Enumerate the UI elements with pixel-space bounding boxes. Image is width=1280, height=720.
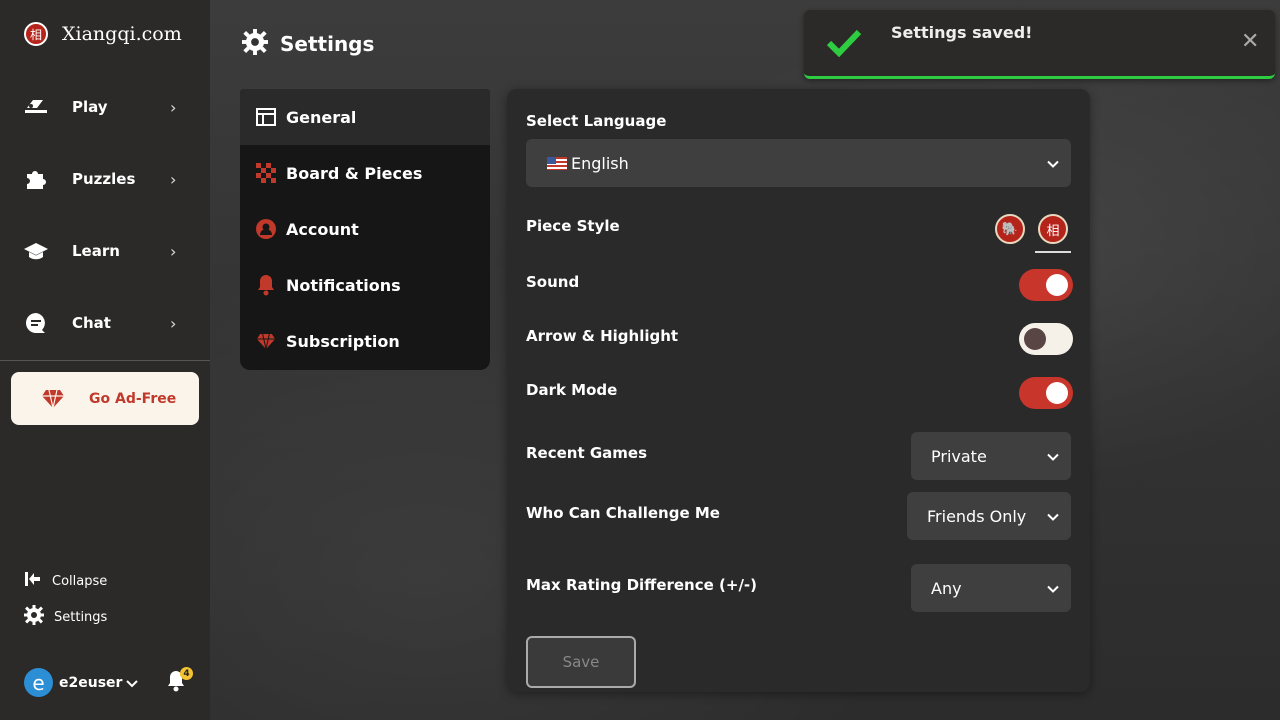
menu-item-notifications[interactable]: Notifications bbox=[240, 257, 490, 313]
graduation-cap-icon bbox=[23, 238, 49, 264]
sidebar-item-label: Learn bbox=[72, 242, 120, 260]
arrow-highlight-toggle[interactable] bbox=[1019, 323, 1073, 355]
page-title: Settings bbox=[242, 29, 374, 59]
menu-item-account[interactable]: Account bbox=[240, 201, 490, 257]
sidebar-item-play[interactable]: Play › bbox=[0, 85, 210, 129]
toggle-knob bbox=[1046, 274, 1068, 296]
recent-games-label: Recent Games bbox=[526, 444, 648, 462]
toast-message: Settings saved! bbox=[891, 23, 1033, 42]
user-circle-icon bbox=[256, 219, 276, 239]
piece-style-label: Piece Style bbox=[526, 217, 620, 235]
puzzle-icon bbox=[23, 166, 49, 192]
sidebar-settings-button[interactable]: Settings bbox=[24, 605, 107, 629]
username: e2euser bbox=[59, 674, 123, 691]
go-ad-free-label: Go Ad-Free bbox=[89, 390, 177, 407]
settings-menu: General Board & Pieces Account Notificat… bbox=[240, 89, 490, 370]
chat-bubble-icon bbox=[23, 310, 49, 336]
chevron-down-icon bbox=[126, 673, 139, 692]
layout-icon bbox=[256, 107, 276, 127]
sound-toggle[interactable] bbox=[1019, 269, 1073, 301]
menu-item-label: Board & Pieces bbox=[286, 163, 423, 183]
dark-mode-label: Dark Mode bbox=[526, 381, 618, 399]
select-language-label: Select Language bbox=[526, 112, 667, 130]
diamond-icon bbox=[256, 331, 276, 351]
language-select[interactable]: English bbox=[526, 139, 1071, 187]
settings-panel: Select Language English Piece Style 🐘 相 … bbox=[507, 89, 1090, 692]
diamond-icon bbox=[41, 389, 65, 409]
collapse-icon bbox=[24, 571, 42, 591]
sound-label: Sound bbox=[526, 273, 580, 291]
go-ad-free-button[interactable]: Go Ad-Free bbox=[11, 372, 199, 425]
menu-item-general[interactable]: General bbox=[240, 89, 490, 145]
checkerboard-icon bbox=[256, 163, 276, 183]
menu-item-label: General bbox=[286, 107, 357, 127]
chevron-down-icon bbox=[1047, 507, 1059, 526]
chevron-right-icon: › bbox=[170, 241, 177, 261]
sidebar-item-label: Puzzles bbox=[72, 170, 136, 188]
chevron-right-icon: › bbox=[170, 97, 177, 117]
piece-style-chinese-option[interactable]: 相 bbox=[1038, 214, 1068, 244]
sidebar-item-label: Play bbox=[72, 98, 108, 116]
arrow-highlight-label: Arrow & Highlight bbox=[526, 327, 679, 345]
bell-icon bbox=[256, 275, 276, 296]
us-flag-icon bbox=[547, 156, 567, 170]
sidebar-item-learn[interactable]: Learn › bbox=[0, 229, 210, 273]
close-icon[interactable]: ✕ bbox=[1241, 31, 1259, 53]
piece-style-selected-indicator bbox=[1035, 251, 1071, 253]
toggle-knob bbox=[1024, 328, 1046, 350]
chevron-right-icon: › bbox=[170, 169, 177, 189]
recent-games-value: Private bbox=[931, 446, 987, 466]
chevron-down-icon bbox=[1047, 579, 1059, 598]
max-rating-difference-select[interactable]: Any bbox=[911, 564, 1071, 612]
logo[interactable]: 相 Xiangqi.com bbox=[24, 22, 182, 46]
gear-icon bbox=[24, 605, 44, 629]
sidebar-item-label: Chat bbox=[72, 314, 111, 332]
collapse-label: Collapse bbox=[52, 573, 108, 589]
app-name: Xiangqi.com bbox=[62, 23, 182, 45]
max-rating-difference-label: Max Rating Difference (+/-) bbox=[526, 576, 758, 594]
menu-item-label: Account bbox=[286, 219, 359, 239]
collapse-button[interactable]: Collapse bbox=[24, 571, 107, 591]
sidebar: 相 Xiangqi.com Play › Puzzles › Learn › C… bbox=[0, 0, 210, 720]
gear-icon bbox=[242, 29, 268, 59]
checkmark-icon bbox=[826, 28, 862, 62]
chevron-right-icon: › bbox=[170, 313, 177, 333]
avatar: e bbox=[24, 668, 53, 697]
who-can-challenge-label: Who Can Challenge Me bbox=[526, 504, 720, 522]
max-rating-difference-value: Any bbox=[931, 578, 962, 598]
sidebar-item-puzzles[interactable]: Puzzles › bbox=[0, 157, 210, 201]
notification-count-badge: 4 bbox=[180, 667, 193, 680]
toggle-knob bbox=[1046, 382, 1068, 404]
who-can-challenge-select[interactable]: Friends Only bbox=[907, 492, 1071, 540]
sidebar-divider bbox=[0, 360, 210, 361]
sidebar-item-chat[interactable]: Chat › bbox=[0, 301, 210, 345]
save-button[interactable]: Save bbox=[526, 636, 636, 688]
who-can-challenge-value: Friends Only bbox=[927, 506, 1027, 526]
language-value: English bbox=[571, 153, 629, 173]
recent-games-select[interactable]: Private bbox=[911, 432, 1071, 480]
menu-item-label: Subscription bbox=[286, 331, 400, 351]
chevron-down-icon bbox=[1047, 447, 1059, 466]
piece-style-elephant-option[interactable]: 🐘 bbox=[995, 214, 1025, 244]
logo-icon: 相 bbox=[24, 22, 48, 46]
user-menu[interactable]: e e2euser bbox=[24, 668, 139, 697]
menu-item-subscription[interactable]: Subscription bbox=[240, 313, 490, 369]
menu-item-label: Notifications bbox=[286, 275, 401, 295]
play-board-icon bbox=[23, 94, 49, 120]
dark-mode-toggle[interactable] bbox=[1019, 377, 1073, 409]
page-title-text: Settings bbox=[280, 32, 375, 56]
menu-item-board-pieces[interactable]: Board & Pieces bbox=[240, 145, 490, 201]
toast-notification: Settings saved! ✕ bbox=[804, 10, 1275, 79]
settings-label: Settings bbox=[54, 609, 108, 625]
chevron-down-icon bbox=[1047, 154, 1059, 173]
